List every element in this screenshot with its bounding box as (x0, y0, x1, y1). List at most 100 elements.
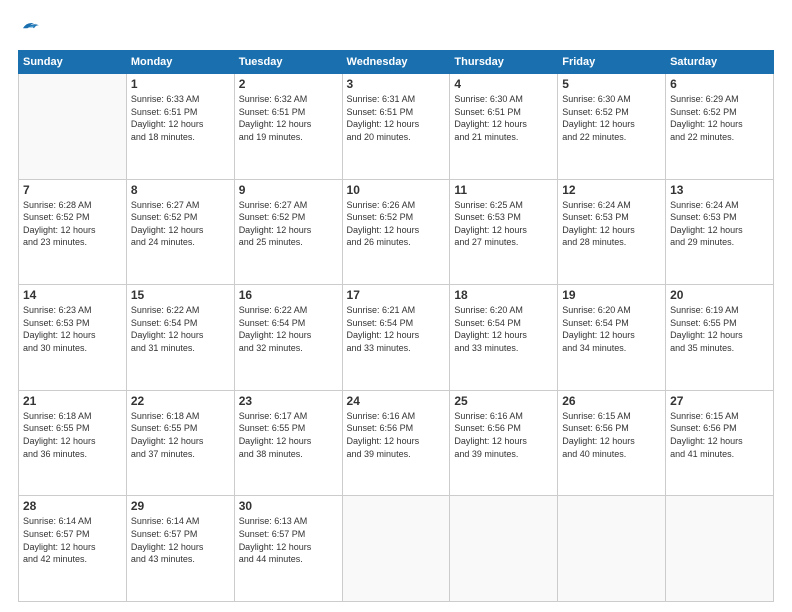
calendar-cell: 6 Sunrise: 6:29 AM Sunset: 6:52 PM Daylig… (666, 74, 774, 180)
day-number: 28 (23, 499, 122, 513)
logo (18, 18, 42, 40)
calendar-cell: 17 Sunrise: 6:21 AM Sunset: 6:54 PM Dayli… (342, 285, 450, 391)
day-info: Sunrise: 6:14 AM Sunset: 6:57 PM Dayligh… (131, 515, 230, 565)
day-info: Sunrise: 6:24 AM Sunset: 6:53 PM Dayligh… (670, 199, 769, 249)
day-number: 10 (347, 183, 446, 197)
weekday-header-row: SundayMondayTuesdayWednesdayThursdayFrid… (19, 51, 774, 74)
weekday-header-wednesday: Wednesday (342, 51, 450, 74)
day-number: 13 (670, 183, 769, 197)
day-info: Sunrise: 6:30 AM Sunset: 6:51 PM Dayligh… (454, 93, 553, 143)
day-number: 27 (670, 394, 769, 408)
day-number: 24 (347, 394, 446, 408)
calendar: SundayMondayTuesdayWednesdayThursdayFrid… (18, 50, 774, 602)
day-info: Sunrise: 6:16 AM Sunset: 6:56 PM Dayligh… (454, 410, 553, 460)
logo-bird-icon (20, 18, 42, 40)
day-number: 21 (23, 394, 122, 408)
day-info: Sunrise: 6:15 AM Sunset: 6:56 PM Dayligh… (670, 410, 769, 460)
day-info: Sunrise: 6:27 AM Sunset: 6:52 PM Dayligh… (131, 199, 230, 249)
calendar-cell: 30 Sunrise: 6:13 AM Sunset: 6:57 PM Dayli… (234, 496, 342, 602)
day-info: Sunrise: 6:14 AM Sunset: 6:57 PM Dayligh… (23, 515, 122, 565)
day-number: 2 (239, 77, 338, 91)
day-info: Sunrise: 6:25 AM Sunset: 6:53 PM Dayligh… (454, 199, 553, 249)
week-row-3: 21 Sunrise: 6:18 AM Sunset: 6:55 PM Dayli… (19, 390, 774, 496)
day-info: Sunrise: 6:21 AM Sunset: 6:54 PM Dayligh… (347, 304, 446, 354)
day-number: 26 (562, 394, 661, 408)
calendar-cell: 23 Sunrise: 6:17 AM Sunset: 6:55 PM Dayli… (234, 390, 342, 496)
day-number: 19 (562, 288, 661, 302)
page: SundayMondayTuesdayWednesdayThursdayFrid… (0, 0, 792, 612)
calendar-cell: 13 Sunrise: 6:24 AM Sunset: 6:53 PM Dayli… (666, 179, 774, 285)
day-info: Sunrise: 6:28 AM Sunset: 6:52 PM Dayligh… (23, 199, 122, 249)
calendar-cell: 22 Sunrise: 6:18 AM Sunset: 6:55 PM Dayli… (126, 390, 234, 496)
day-info: Sunrise: 6:13 AM Sunset: 6:57 PM Dayligh… (239, 515, 338, 565)
calendar-cell: 20 Sunrise: 6:19 AM Sunset: 6:55 PM Dayli… (666, 285, 774, 391)
day-info: Sunrise: 6:29 AM Sunset: 6:52 PM Dayligh… (670, 93, 769, 143)
calendar-cell: 7 Sunrise: 6:28 AM Sunset: 6:52 PM Daylig… (19, 179, 127, 285)
day-number: 30 (239, 499, 338, 513)
calendar-cell: 1 Sunrise: 6:33 AM Sunset: 6:51 PM Daylig… (126, 74, 234, 180)
calendar-cell: 14Sunrise: 6:23 AM Sunset: 6:53 PM Dayli… (19, 285, 127, 391)
day-number: 18 (454, 288, 553, 302)
weekday-header-friday: Friday (558, 51, 666, 74)
weekday-header-saturday: Saturday (666, 51, 774, 74)
week-row-0: 1 Sunrise: 6:33 AM Sunset: 6:51 PM Daylig… (19, 74, 774, 180)
calendar-cell: 5 Sunrise: 6:30 AM Sunset: 6:52 PM Daylig… (558, 74, 666, 180)
day-info: Sunrise: 6:31 AM Sunset: 6:51 PM Dayligh… (347, 93, 446, 143)
day-info: Sunrise: 6:18 AM Sunset: 6:55 PM Dayligh… (131, 410, 230, 460)
calendar-cell: 16 Sunrise: 6:22 AM Sunset: 6:54 PM Dayli… (234, 285, 342, 391)
calendar-cell: 19 Sunrise: 6:20 AM Sunset: 6:54 PM Dayli… (558, 285, 666, 391)
weekday-header-thursday: Thursday (450, 51, 558, 74)
day-number: 1 (131, 77, 230, 91)
day-info: Sunrise: 6:17 AM Sunset: 6:55 PM Dayligh… (239, 410, 338, 460)
calendar-cell: 26 Sunrise: 6:15 AM Sunset: 6:56 PM Dayli… (558, 390, 666, 496)
calendar-cell: 18 Sunrise: 6:20 AM Sunset: 6:54 PM Dayli… (450, 285, 558, 391)
calendar-cell: 9Sunrise: 6:27 AM Sunset: 6:52 PM Daylig… (234, 179, 342, 285)
calendar-cell: 8 Sunrise: 6:27 AM Sunset: 6:52 PM Daylig… (126, 179, 234, 285)
day-number: 6 (670, 77, 769, 91)
day-number: 7 (23, 183, 122, 197)
weekday-header-monday: Monday (126, 51, 234, 74)
calendar-cell: 27 Sunrise: 6:15 AM Sunset: 6:56 PM Dayli… (666, 390, 774, 496)
day-info: Sunrise: 6:32 AM Sunset: 6:51 PM Dayligh… (239, 93, 338, 143)
day-info: Sunrise: 6:20 AM Sunset: 6:54 PM Dayligh… (562, 304, 661, 354)
calendar-cell: 15Sunrise: 6:22 AM Sunset: 6:54 PM Dayli… (126, 285, 234, 391)
day-info: Sunrise: 6:22 AM Sunset: 6:54 PM Dayligh… (131, 304, 230, 354)
day-number: 22 (131, 394, 230, 408)
day-info: Sunrise: 6:20 AM Sunset: 6:54 PM Dayligh… (454, 304, 553, 354)
calendar-cell: 28 Sunrise: 6:14 AM Sunset: 6:57 PM Dayli… (19, 496, 127, 602)
day-number: 25 (454, 394, 553, 408)
calendar-cell: 10 Sunrise: 6:26 AM Sunset: 6:52 PM Dayli… (342, 179, 450, 285)
calendar-cell (666, 496, 774, 602)
calendar-cell (558, 496, 666, 602)
weekday-header-tuesday: Tuesday (234, 51, 342, 74)
day-number: 8 (131, 183, 230, 197)
day-number: 9 (239, 183, 338, 197)
day-info: Sunrise: 6:22 AM Sunset: 6:54 PM Dayligh… (239, 304, 338, 354)
day-number: 5 (562, 77, 661, 91)
calendar-cell: 3Sunrise: 6:31 AM Sunset: 6:51 PM Daylig… (342, 74, 450, 180)
day-info: Sunrise: 6:33 AM Sunset: 6:51 PM Dayligh… (131, 93, 230, 143)
day-info: Sunrise: 6:16 AM Sunset: 6:56 PM Dayligh… (347, 410, 446, 460)
day-number: 29 (131, 499, 230, 513)
weekday-header-sunday: Sunday (19, 51, 127, 74)
day-number: 16 (239, 288, 338, 302)
week-row-2: 14Sunrise: 6:23 AM Sunset: 6:53 PM Dayli… (19, 285, 774, 391)
day-info: Sunrise: 6:30 AM Sunset: 6:52 PM Dayligh… (562, 93, 661, 143)
day-number: 11 (454, 183, 553, 197)
day-info: Sunrise: 6:19 AM Sunset: 6:55 PM Dayligh… (670, 304, 769, 354)
day-number: 23 (239, 394, 338, 408)
calendar-cell: 25 Sunrise: 6:16 AM Sunset: 6:56 PM Dayli… (450, 390, 558, 496)
calendar-cell: 2 Sunrise: 6:32 AM Sunset: 6:51 PM Daylig… (234, 74, 342, 180)
day-number: 17 (347, 288, 446, 302)
day-info: Sunrise: 6:26 AM Sunset: 6:52 PM Dayligh… (347, 199, 446, 249)
day-number: 14 (23, 288, 122, 302)
header (18, 18, 774, 40)
day-info: Sunrise: 6:18 AM Sunset: 6:55 PM Dayligh… (23, 410, 122, 460)
calendar-cell: 29 Sunrise: 6:14 AM Sunset: 6:57 PM Dayli… (126, 496, 234, 602)
calendar-cell: 24 Sunrise: 6:16 AM Sunset: 6:56 PM Dayli… (342, 390, 450, 496)
week-row-4: 28 Sunrise: 6:14 AM Sunset: 6:57 PM Dayli… (19, 496, 774, 602)
calendar-cell: 4Sunrise: 6:30 AM Sunset: 6:51 PM Daylig… (450, 74, 558, 180)
day-info: Sunrise: 6:24 AM Sunset: 6:53 PM Dayligh… (562, 199, 661, 249)
day-number: 20 (670, 288, 769, 302)
day-info: Sunrise: 6:15 AM Sunset: 6:56 PM Dayligh… (562, 410, 661, 460)
